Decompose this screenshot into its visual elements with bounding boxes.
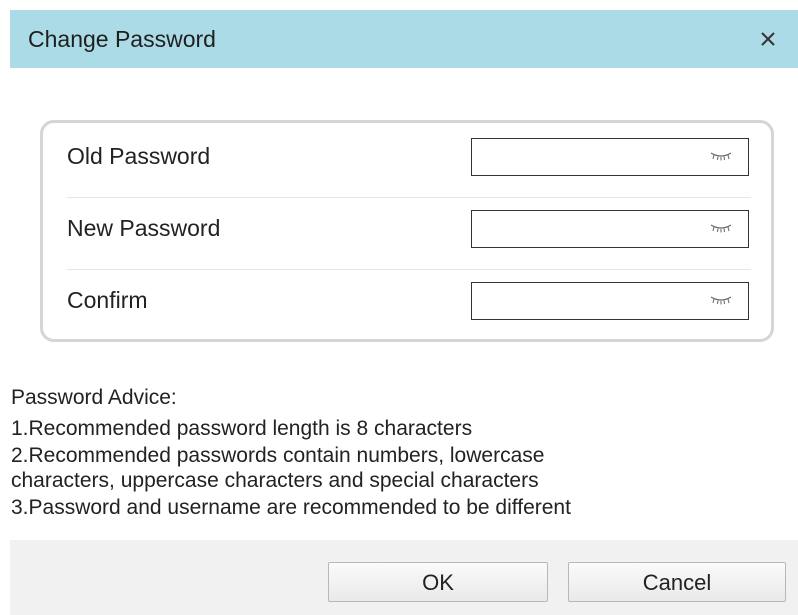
advice-item: characters, uppercase characters and spe… (11, 469, 539, 492)
dialog-footer: OK Cancel (10, 540, 798, 615)
new-password-label: New Password (67, 215, 221, 241)
ok-button[interactable]: OK (328, 562, 548, 602)
cancel-button[interactable]: Cancel (568, 562, 786, 602)
password-advice: Password Advice: 1.Recommended password … (11, 385, 781, 522)
old-password-input[interactable] (472, 139, 718, 173)
old-password-row: Old Password (67, 123, 751, 195)
dialog-title-bar: Change Password (10, 10, 798, 68)
new-password-field-wrap (471, 210, 749, 248)
old-password-field-wrap (471, 138, 749, 176)
confirm-password-input[interactable] (472, 283, 718, 317)
advice-item: 1.Recommended password length is 8 chara… (11, 417, 473, 440)
password-fields-panel: Old Password New Password Confirm (40, 120, 774, 342)
change-password-dialog: Change Password Old Password New Passwor… (0, 0, 798, 615)
advice-item: 3.Password and username are recommended … (11, 496, 571, 519)
new-password-row: New Password (67, 195, 751, 267)
new-password-input[interactable] (472, 211, 718, 245)
old-password-label: Old Password (67, 143, 211, 169)
hidden-eye-icon[interactable] (710, 223, 732, 233)
dialog-title: Change Password (28, 26, 216, 52)
confirm-password-field-wrap (471, 282, 749, 320)
hidden-eye-icon[interactable] (710, 151, 732, 161)
close-button[interactable] (752, 23, 784, 55)
close-icon (761, 32, 775, 46)
advice-title: Password Advice: (11, 386, 177, 409)
hidden-eye-icon[interactable] (710, 295, 732, 305)
advice-item: 2.Recommended passwords contain numbers,… (11, 444, 545, 467)
confirm-password-row: Confirm (67, 267, 751, 339)
confirm-password-label: Confirm (67, 287, 148, 313)
